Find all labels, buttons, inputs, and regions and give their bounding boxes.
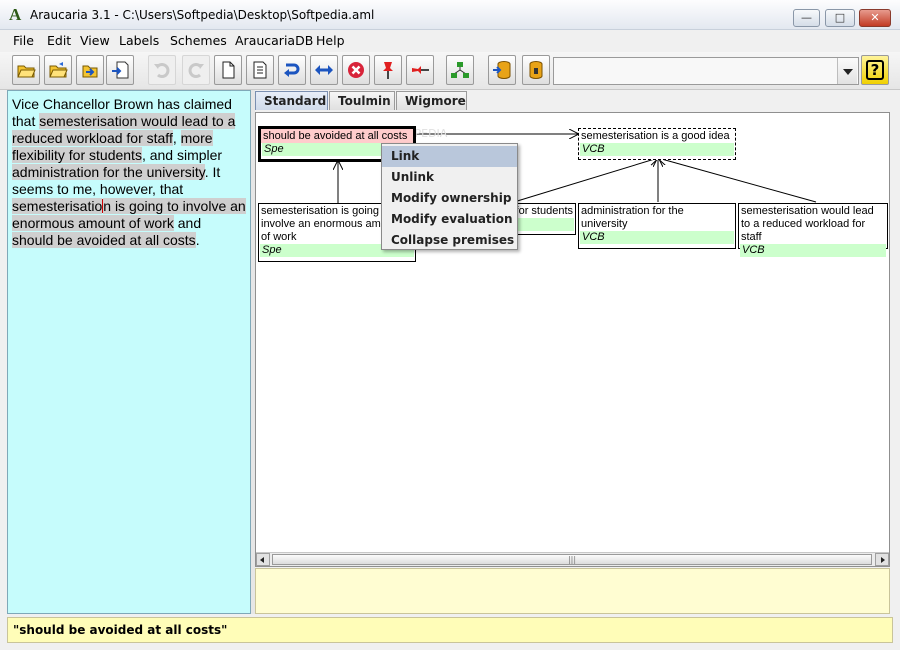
undo-icon — [154, 63, 170, 78]
export-button[interactable] — [106, 55, 134, 85]
scheme-combo[interactable] — [553, 57, 859, 85]
database-upload-icon — [493, 61, 511, 79]
menu-araucariadb[interactable]: AraucariaDB — [235, 33, 313, 48]
argument-node-conclusion[interactable]: semesterisation is a good idea VCB — [578, 128, 736, 160]
chevron-down-icon[interactable] — [837, 58, 857, 84]
menu-item-modify-ownership[interactable]: Modify ownership — [382, 188, 517, 209]
close-button[interactable]: ✕ — [859, 9, 891, 27]
pin-button[interactable] — [374, 55, 402, 85]
node-owner: VCB — [740, 244, 886, 257]
minimize-button[interactable]: — — [793, 9, 820, 27]
diagram-tabs: Standard Toulmin Wigmore — [255, 91, 895, 110]
tree-icon — [451, 62, 469, 78]
tab-standard[interactable]: Standard — [255, 91, 328, 110]
new-page-icon — [222, 61, 235, 79]
evaluation-panel — [255, 568, 890, 614]
toolbar: ? — [0, 52, 900, 90]
menu-item-unlink[interactable]: Unlink — [382, 167, 517, 188]
menu-bar: File Edit View Labels Schemes AraucariaD… — [0, 31, 900, 51]
link-button[interactable] — [278, 55, 306, 85]
tree-button[interactable] — [446, 55, 474, 85]
title-bar: A Araucaria 3.1 - C:\Users\Softpedia\Des… — [0, 0, 900, 30]
menu-item-collapse-premises[interactable]: Collapse premises — [382, 230, 517, 251]
import-icon — [82, 65, 98, 78]
redo-button[interactable] — [182, 55, 210, 85]
text-segment: . — [195, 232, 200, 248]
text-segment: , and simpler — [141, 147, 223, 163]
scroll-thumb[interactable]: ||| — [272, 554, 872, 565]
swap-arrows-icon — [315, 65, 333, 75]
open-alt-button[interactable] — [44, 55, 72, 85]
text-segment-highlight[interactable]: semesterisatio — [12, 198, 103, 214]
argument-node[interactable]: administration for the university VCB — [578, 203, 736, 249]
document-button[interactable] — [246, 55, 274, 85]
node-owner: VCB — [580, 143, 734, 156]
araucaria-logo-icon: A — [9, 5, 22, 24]
maximize-button[interactable]: □ — [825, 9, 855, 27]
menu-edit[interactable]: Edit — [47, 33, 71, 48]
edge-support — [658, 158, 817, 203]
tab-wigmore[interactable]: Wigmore — [396, 91, 467, 110]
text-segment-highlight[interactable]: administration for the university — [12, 164, 205, 180]
unpin-icon — [412, 66, 429, 74]
tab-toulmin[interactable]: Toulmin — [329, 91, 395, 110]
new-button[interactable] — [214, 55, 242, 85]
node-owner: VCB — [580, 231, 734, 244]
scroll-left-button[interactable] — [256, 553, 270, 566]
node-text: semesterisation is a good idea — [581, 130, 730, 142]
menu-schemes[interactable]: Schemes — [170, 33, 227, 48]
menu-item-modify-evaluation[interactable]: Modify evaluation — [382, 209, 517, 230]
document-icon — [253, 61, 267, 79]
open-folder-alt-icon — [49, 62, 68, 78]
text-segment: , — [172, 130, 181, 146]
undo-button[interactable] — [148, 55, 176, 85]
db-upload-button[interactable] — [488, 55, 516, 85]
database-icon — [529, 61, 543, 79]
window-title: Araucaria 3.1 - C:\Users\Softpedia\Deskt… — [30, 8, 375, 22]
menu-file[interactable]: File — [13, 33, 34, 48]
node-text: should be avoided at all costs — [261, 129, 413, 143]
import-button[interactable] — [76, 55, 104, 85]
menu-item-link[interactable]: Link — [382, 146, 517, 167]
diagram-edges: SOFTPEDIA — [256, 127, 817, 203]
redo-icon — [188, 63, 204, 78]
argument-node[interactable]: semesterisation would lead to a reduced … — [738, 203, 888, 257]
delete-icon — [348, 62, 364, 78]
node-text: semesterisation would lead to a reduced … — [741, 205, 874, 243]
delete-button[interactable] — [342, 55, 370, 85]
link-arrow-icon — [284, 63, 300, 77]
help-button[interactable]: ? — [861, 55, 889, 85]
scroll-right-button[interactable] — [875, 553, 889, 566]
pin-icon — [383, 62, 393, 79]
help-icon: ? — [866, 60, 884, 80]
context-menu: Link Unlink Modify ownership Modify eval… — [381, 143, 518, 250]
argument-diagram-canvas[interactable]: SOFTPEDIA should be avoided at all costs… — [255, 112, 890, 567]
db-button[interactable] — [522, 55, 550, 85]
export-icon — [112, 61, 129, 79]
node-text: administration for the university — [581, 205, 684, 230]
unpin-button[interactable] — [406, 55, 434, 85]
text-segment-highlight[interactable]: should be avoided at all costs — [12, 232, 196, 248]
horizontal-scrollbar[interactable]: ||| — [256, 552, 889, 566]
swap-button[interactable] — [310, 55, 338, 85]
source-text-pane[interactable]: Vice Chancellor Brown has claimed that s… — [7, 90, 251, 614]
menu-help[interactable]: Help — [316, 33, 345, 48]
menu-view[interactable]: View — [80, 33, 110, 48]
edge-support — [513, 158, 658, 203]
open-button[interactable] — [12, 55, 40, 85]
menu-labels[interactable]: Labels — [119, 33, 159, 48]
status-bar: "should be avoided at all costs" — [7, 617, 893, 643]
open-folder-icon — [17, 65, 36, 78]
text-segment: and — [173, 215, 202, 231]
